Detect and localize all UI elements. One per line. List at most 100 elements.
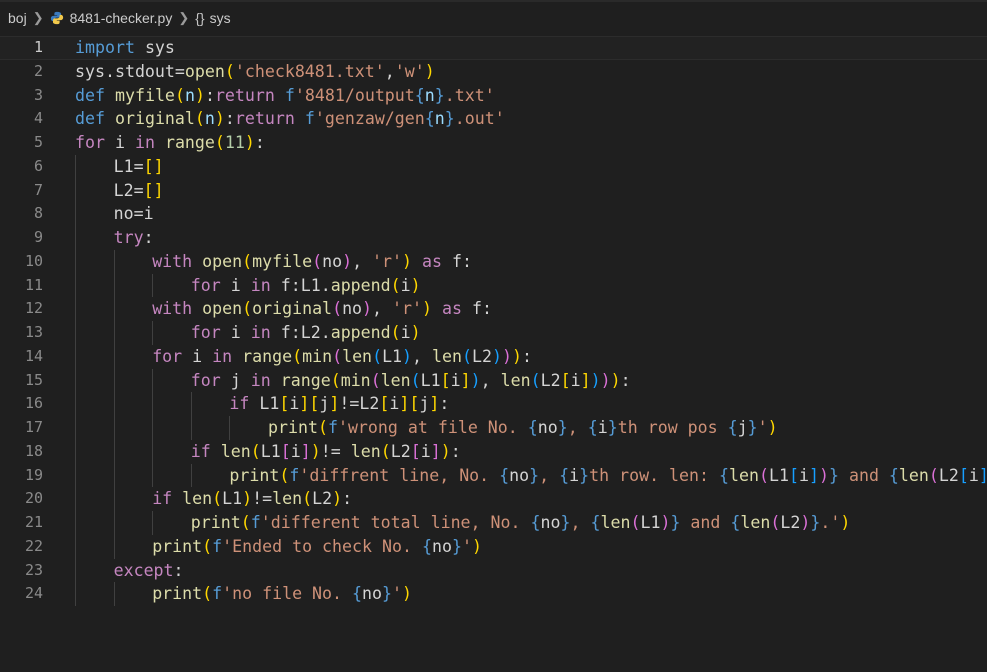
code-line[interactable]: 9 try: (0, 226, 987, 250)
code-token: in (250, 323, 271, 342)
code-token: ] (430, 441, 441, 461)
code-line[interactable]: 5 for i in range(11): (0, 131, 987, 155)
code-token: } (810, 513, 821, 532)
code-token: ) (402, 584, 412, 604)
code-token: range (164, 133, 215, 152)
code-line[interactable]: 18 if len(L1[i])!= len(L2[i]): (0, 439, 987, 464)
code-token: ] (808, 465, 819, 485)
code-token: : (224, 109, 235, 129)
code-line[interactable]: 11 for i in f:L1.append(i) (0, 273, 987, 298)
code-token: ( (302, 489, 313, 509)
code-token: , (384, 61, 395, 81)
code-line[interactable]: 6 L1=[] (0, 154, 987, 179)
code-token: i (220, 323, 251, 342)
code-token: len (272, 489, 303, 509)
breadcrumb-symbol[interactable]: sys (210, 10, 231, 26)
code-line[interactable]: 21 print(f'different total line, No. {no}… (0, 511, 987, 535)
code-line[interactable]: 23 except: (0, 558, 987, 583)
code-text: sys.stdout=open('check8481.txt','w') (75, 60, 435, 84)
code-line[interactable]: 2 sys.stdout=open('check8481.txt','w') (0, 60, 987, 84)
code-editor[interactable]: 1 import sys 2 sys.stdout=open('check8481.t… (0, 36, 987, 672)
code-token: ( (279, 465, 290, 485)
line-number: 24 (24, 584, 43, 603)
code-text: L2=[] (114, 179, 164, 203)
code-token: ( (928, 465, 939, 485)
code-token: 11 (224, 133, 245, 152)
code-line[interactable]: 20 if len(L1)!=len(L2): (0, 487, 987, 511)
code-token: i (968, 465, 979, 485)
code-text: if len(L1[i])!= len(L2[i]): (191, 440, 461, 464)
code-token: i (450, 370, 461, 390)
code-token: i (289, 394, 300, 414)
code-token: n (184, 85, 195, 105)
code-line[interactable]: 1 import sys (0, 36, 987, 60)
code-line[interactable]: 24 print(f'no file No. {no}') (0, 582, 987, 606)
code-token: ( (332, 346, 343, 366)
code-token: myfile (252, 251, 313, 271)
code-token: range (242, 346, 293, 366)
line-number: 13 (24, 323, 43, 341)
code-token: L1= (113, 156, 144, 176)
code-token: print (152, 536, 203, 556)
code-line[interactable]: 22 print(f'Ended to check No. {no}') (0, 534, 987, 559)
code-token: ) (402, 346, 413, 366)
line-number: 12 (24, 299, 43, 318)
code-token: { (499, 465, 510, 485)
code-token: , (412, 346, 433, 366)
code-line[interactable]: 8 no=i (0, 202, 987, 226)
code-text: print(f'diffrent line, No. {no}, {i}th r… (229, 464, 987, 488)
code-token: no (431, 536, 452, 556)
code-token: i (597, 418, 608, 437)
code-line[interactable]: 15 for j in range(min(len(L1[i]), len(L2[… (0, 368, 987, 393)
breadcrumb-file[interactable]: 8481-checker.py (70, 10, 173, 26)
code-token: } (434, 85, 445, 105)
code-token: ] (429, 394, 440, 414)
line-number: 4 (33, 109, 43, 128)
code-token: : (254, 133, 265, 152)
indent-guide (152, 439, 154, 464)
code-text: if L1[i][j]!=L2[i][j]: (229, 392, 449, 416)
code-token: .txt' (444, 85, 495, 105)
code-line[interactable]: 19 print(f'diffrent line, No. {no}, {i}th… (0, 463, 987, 488)
indent-guide (152, 368, 154, 393)
code-token: ( (242, 299, 253, 319)
code-text: for i in f:L1.append(i) (191, 274, 421, 298)
line-number: 14 (24, 346, 43, 365)
code-line[interactable]: 17 print(f'wrong at file No. {no}, {i}th … (0, 416, 987, 440)
code-token: f (250, 513, 261, 532)
line-number: 6 (33, 156, 43, 175)
code-line[interactable]: 7 L2=[] (0, 178, 987, 203)
code-token: no (342, 299, 363, 319)
code-token: and (680, 513, 731, 532)
code-token: len (182, 489, 213, 509)
code-token: L1 (222, 489, 243, 509)
code-token: ] (399, 394, 410, 414)
code-line[interactable]: 12 with open(original(no), 'r') as f: (0, 297, 987, 321)
code-token: !=L2 (339, 394, 380, 414)
code-token: L2= (113, 180, 144, 200)
code-token: } (670, 513, 681, 532)
code-token: original (114, 109, 195, 129)
code-token: L1 (768, 465, 789, 485)
code-line[interactable]: 13 for i in f:L2.append(i) (0, 321, 987, 345)
indent-guide (75, 273, 76, 298)
code-token: ( (317, 418, 328, 437)
indent-guide (75, 416, 76, 440)
code-line[interactable]: 14 for i in range(min(len(L1), len(L2))): (0, 344, 987, 369)
code-text: no=i (114, 202, 154, 226)
code-line[interactable]: 10 with open(myfile(no), 'r') as f: (0, 249, 987, 274)
code-token: open (202, 299, 243, 319)
code-token: len (380, 370, 411, 390)
code-token: [ (440, 370, 451, 390)
code-line[interactable]: 4 def original(n):return f'genzaw/gen{n}.… (0, 107, 987, 131)
code-line[interactable]: 3 def myfile(n):return f'8481/output{n}.t… (0, 84, 987, 108)
line-number: 11 (24, 275, 43, 294)
code-line[interactable]: 16 if L1[i][j]!=L2[i][j]: (0, 392, 987, 416)
breadcrumb-folder[interactable]: boj (8, 10, 27, 26)
indent-guide (75, 154, 76, 179)
indent-guide (152, 321, 154, 345)
code-token: 'r' (392, 299, 423, 319)
code-token: : (522, 346, 532, 366)
